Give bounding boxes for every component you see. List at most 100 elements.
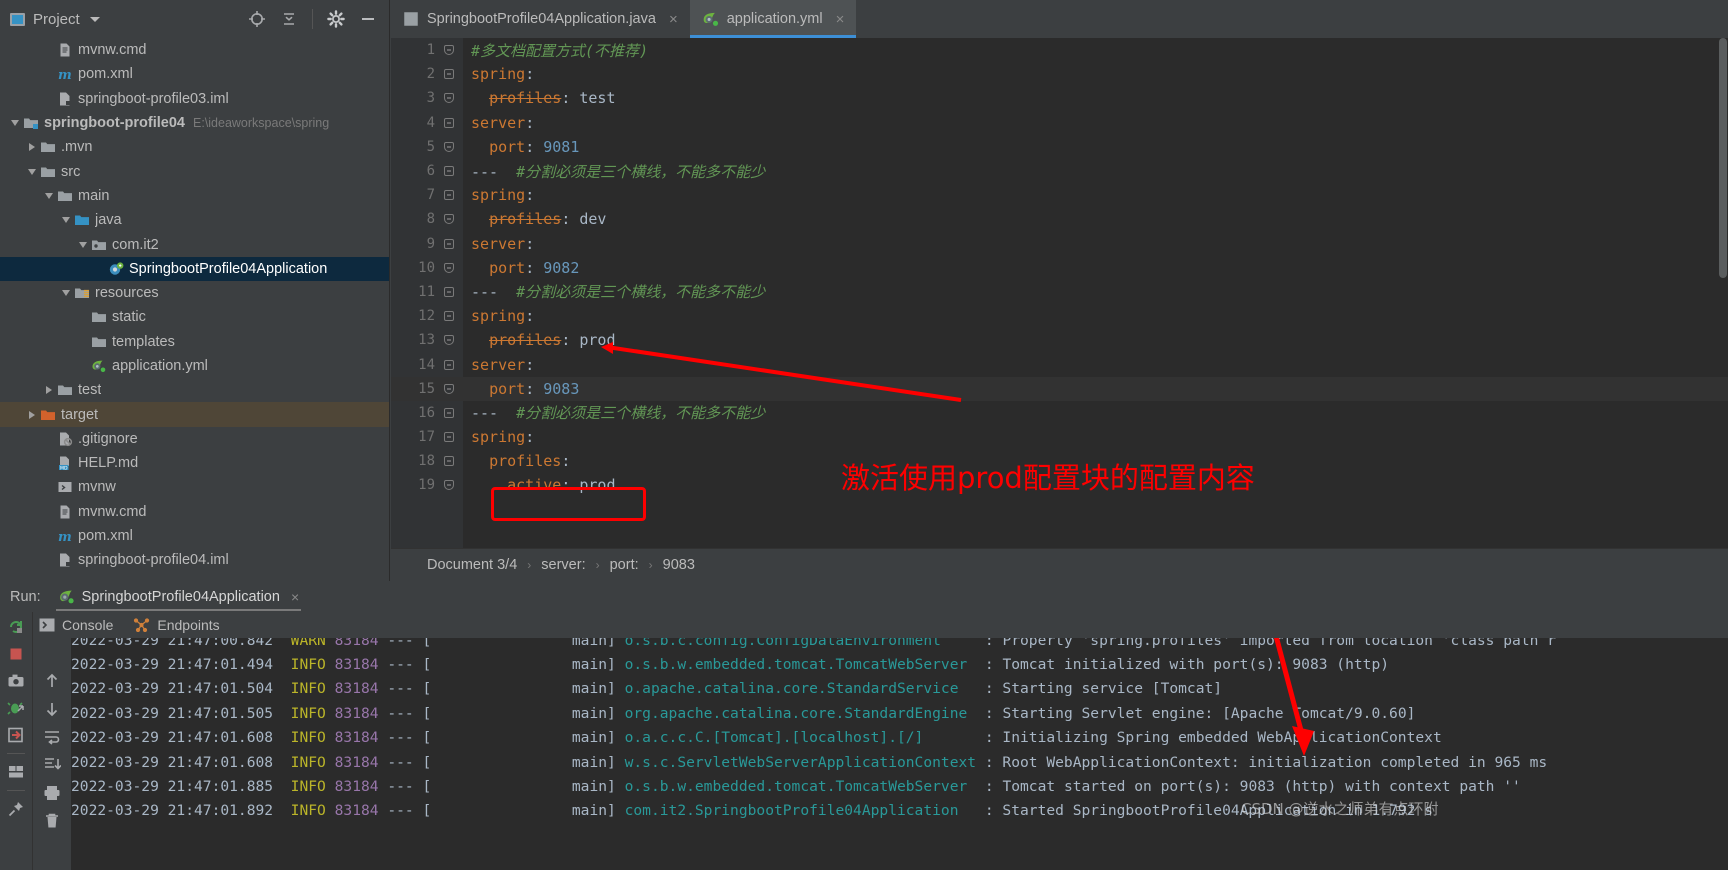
fold-gutter[interactable] [435, 190, 463, 201]
tree-item-templates[interactable]: templates [0, 330, 389, 354]
tree-item-test[interactable]: test [0, 378, 389, 402]
tree-item-springboot-profile03-iml[interactable]: springboot-profile03.iml [0, 87, 389, 111]
minimize-icon[interactable] [359, 10, 377, 28]
fold-gutter[interactable] [435, 45, 463, 56]
tree-item-src[interactable]: src [0, 159, 389, 183]
tree-item-static[interactable]: static [0, 305, 389, 329]
fold-gutter[interactable] [435, 432, 463, 443]
tree-item-target[interactable]: target [0, 402, 389, 427]
tree-twisty-expanded[interactable] [57, 290, 74, 297]
tree-twisty-expanded[interactable] [23, 168, 40, 175]
code-line-11[interactable]: 11 --- #分割必须是三个横线，不能多不能少 [391, 280, 1728, 304]
console-subtabs[interactable]: Console Endpoints [33, 612, 1728, 638]
code-line-17[interactable]: 17 spring: [391, 425, 1728, 449]
tree-item-pom-xml[interactable]: m pom.xml [0, 524, 389, 548]
exit-icon[interactable] [7, 726, 25, 744]
editor-scrollbar-thumb[interactable] [1719, 38, 1727, 278]
rerun-icon[interactable] [7, 618, 25, 636]
debug-icon[interactable] [7, 699, 25, 717]
editor-scrollbar[interactable] [1718, 38, 1728, 548]
close-run-tab-icon[interactable]: × [291, 589, 299, 605]
tree-item-application-yml[interactable]: application.yml [0, 354, 389, 378]
breadcrumb[interactable]: Document 3/4 › server: › port: › 9083 [391, 548, 1728, 580]
fold-collapse-icon[interactable] [444, 238, 454, 249]
collapse-all-icon[interactable] [280, 10, 298, 28]
code-line-12[interactable]: 12 spring: [391, 304, 1728, 328]
breadcrumb-item-2[interactable]: server: [541, 557, 585, 573]
fold-collapse-icon[interactable] [444, 190, 454, 201]
tree-item-springboot-profile04-iml[interactable]: springboot-profile04.iml [0, 548, 389, 572]
tree-item-mvnw[interactable]: mvnw [0, 475, 389, 499]
tree-item-help-md[interactable]: MD HELP.md [0, 451, 389, 475]
tree-twisty-collapsed[interactable] [40, 386, 57, 395]
code-line-13[interactable]: 13 profiles: prod [391, 328, 1728, 352]
fold-gutter[interactable] [435, 214, 463, 225]
fold-gutter[interactable] [435, 286, 463, 297]
code-line-6[interactable]: 6 --- #分割必须是三个横线，不能多不能少 [391, 159, 1728, 183]
close-tab-icon[interactable]: × [836, 11, 845, 28]
fold-leaf-icon[interactable] [444, 214, 454, 225]
fold-gutter[interactable] [435, 117, 463, 128]
code-editor[interactable]: 1 #多文档配置方式(不推荐) 2 spring: 3 profiles: test 4 s… [391, 38, 1728, 548]
editor-tab-1[interactable]: SpringbootProfile04Application.java × [390, 0, 690, 38]
fold-gutter[interactable] [435, 383, 463, 394]
fold-collapse-icon[interactable] [444, 311, 454, 322]
fold-collapse-icon[interactable] [444, 407, 454, 418]
fold-gutter[interactable] [435, 407, 463, 418]
fold-collapse-icon[interactable] [444, 166, 454, 177]
fold-gutter[interactable] [435, 93, 463, 104]
fold-gutter[interactable] [435, 335, 463, 346]
tree-item-java[interactable]: java [0, 208, 389, 232]
tree-item-pom-xml[interactable]: m pom.xml [0, 62, 389, 86]
print-icon[interactable] [43, 784, 61, 802]
fold-gutter[interactable] [435, 166, 463, 177]
breadcrumb-item-1[interactable]: Document 3/4 [427, 557, 517, 573]
fold-gutter[interactable] [435, 238, 463, 249]
stop-icon[interactable] [7, 645, 25, 663]
tree-twisty-expanded[interactable] [57, 217, 74, 224]
code-line-8[interactable]: 8 profiles: dev [391, 207, 1728, 231]
scroll-to-end-icon[interactable] [43, 756, 61, 774]
scroll-down-icon[interactable] [43, 700, 61, 718]
tree-item-gitignore[interactable]: .gitignore [0, 427, 389, 451]
layout-icon[interactable] [7, 763, 25, 781]
fold-leaf-icon[interactable] [444, 335, 454, 346]
breadcrumb-item-3[interactable]: port: [610, 557, 639, 573]
scroll-up-icon[interactable] [43, 672, 61, 690]
tree-item-com-it2[interactable]: com.it2 [0, 232, 389, 256]
run-left-toolbar[interactable] [0, 612, 33, 870]
console-output[interactable]: 2022-03-29 21:47:00.842 WARN 83184 --- [… [71, 638, 1728, 870]
fold-gutter[interactable] [435, 456, 463, 467]
tree-item-resources[interactable]: resources [0, 281, 389, 305]
fold-collapse-icon[interactable] [444, 117, 454, 128]
tree-item-mvnw-cmd[interactable]: mvnw.cmd [0, 500, 389, 524]
editor-code-area[interactable]: 1 #多文档配置方式(不推荐) 2 spring: 3 profiles: test 4 s… [391, 38, 1728, 498]
tree-twisty-expanded[interactable] [74, 241, 91, 248]
fold-gutter[interactable] [435, 480, 463, 491]
code-line-4[interactable]: 4 server: [391, 111, 1728, 135]
code-line-14[interactable]: 14 server: [391, 352, 1728, 376]
fold-gutter[interactable] [435, 141, 463, 152]
tree-twisty-collapsed[interactable] [23, 143, 40, 152]
tree-item-springbootprofile04application[interactable]: SpringbootProfile04Application [0, 256, 389, 281]
soft-wrap-icon[interactable] [43, 728, 61, 746]
fold-gutter[interactable] [435, 311, 463, 322]
tree-twisty-collapsed[interactable] [23, 410, 40, 419]
run-config-tab[interactable]: SpringbootProfile04Application × [50, 582, 308, 611]
tree-twisty-expanded[interactable] [6, 120, 23, 127]
pin-icon[interactable] [7, 800, 25, 818]
fold-leaf-icon[interactable] [444, 141, 454, 152]
fold-leaf-icon[interactable] [444, 480, 454, 491]
code-line-2[interactable]: 2 spring: [391, 62, 1728, 86]
fold-leaf-icon[interactable] [444, 383, 454, 394]
tree-item-mvn[interactable]: .mvn [0, 135, 389, 159]
console-side-toolbar[interactable] [33, 638, 71, 870]
trash-icon[interactable] [43, 812, 61, 830]
fold-collapse-icon[interactable] [444, 286, 454, 297]
breadcrumb-item-4[interactable]: 9083 [663, 557, 695, 573]
tree-item-springboot-profile04[interactable]: springboot-profile04 E:\ideaworkspace\spr… [0, 111, 389, 135]
chevron-down-icon[interactable] [89, 16, 100, 22]
locate-icon[interactable] [248, 10, 266, 28]
code-line-1[interactable]: 1 #多文档配置方式(不推荐) [391, 38, 1728, 62]
code-line-16[interactable]: 16 --- #分割必须是三个横线，不能多不能少 [391, 401, 1728, 425]
